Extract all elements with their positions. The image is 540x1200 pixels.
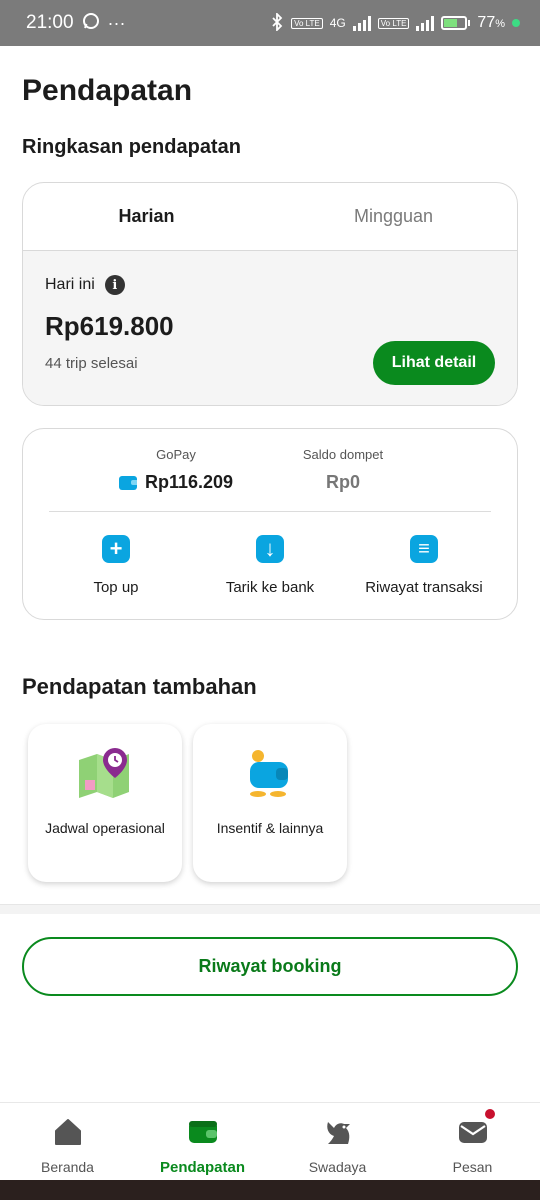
gopay-label: GoPay	[156, 447, 196, 462]
nav-item-pesan[interactable]: Pesan	[405, 1103, 540, 1180]
transaction-history-button[interactable]: ≡ Riwayat transaksi	[349, 535, 499, 596]
nav-item-beranda[interactable]: Beranda	[0, 1103, 135, 1180]
wallet-icon	[135, 1117, 270, 1147]
nav-item-swadaya[interactable]: Swadaya	[270, 1103, 405, 1180]
operational-schedule-label: Jadwal operasional	[45, 820, 165, 836]
summary-section-title: Ringkasan pendapatan	[22, 136, 241, 158]
plus-icon: +	[102, 535, 130, 563]
system-navigation-bar	[0, 1180, 540, 1200]
gopay-balance[interactable]: GoPay Rp116.209	[96, 447, 256, 493]
booking-history-button[interactable]: Riwayat booking	[22, 937, 518, 996]
unread-badge	[485, 1109, 495, 1119]
volte-badge: Vo LTE	[291, 17, 323, 29]
nav-label-pendapatan: Pendapatan	[159, 1159, 246, 1176]
section-separator	[0, 904, 540, 914]
home-icon	[0, 1117, 135, 1147]
nav-item-pendapatan[interactable]: Pendapatan	[135, 1103, 270, 1180]
status-time: 21:00	[26, 12, 74, 33]
nav-label-beranda: Beranda	[41, 1159, 94, 1175]
trips-completed: 44 trip selesai	[45, 355, 138, 372]
bluetooth-icon	[270, 11, 284, 34]
withdraw-to-bank-button[interactable]: ↓ Tarik ke bank	[195, 535, 345, 596]
history-icon: ≡	[410, 535, 438, 563]
gopay-value: Rp116.209	[144, 472, 234, 492]
withdraw-label: Tarik ke bank	[225, 579, 315, 596]
nav-label-pesan: Pesan	[452, 1159, 493, 1175]
page-title: Pendapatan	[22, 74, 193, 107]
saldo-dompet-balance[interactable]: Saldo dompet Rp0	[263, 447, 423, 493]
today-earnings-amount: Rp619.800	[45, 311, 174, 341]
extra-section-title: Pendapatan tambahan	[22, 674, 257, 699]
wallet-coins-icon	[193, 746, 347, 802]
signal-icon-2	[416, 15, 435, 31]
mail-icon	[405, 1117, 540, 1147]
wallet-divider	[49, 511, 491, 512]
top-up-label: Top up	[93, 579, 139, 596]
period-tabs: Harian Mingguan	[23, 183, 517, 251]
top-up-button[interactable]: + Top up	[41, 535, 191, 596]
saldo-value: Rp0	[325, 472, 360, 492]
swadaya-bird-icon	[270, 1117, 405, 1147]
today-label: Hari ini	[45, 276, 95, 293]
status-bar: 21:00 ··· Vo LTE 4G Vo LTE 77%	[0, 0, 540, 46]
whatsapp-icon	[82, 12, 100, 35]
saldo-label: Saldo dompet	[302, 447, 384, 462]
view-detail-button[interactable]: Lihat detail	[373, 341, 495, 385]
summary-card: Harian Mingguan Hari ini i Rp619.800 44 …	[22, 182, 518, 406]
battery-percent: 77	[477, 14, 496, 31]
gopay-wallet-icon	[118, 475, 137, 490]
nav-label-swadaya: Swadaya	[308, 1159, 367, 1175]
bottom-navigation: Beranda Pendapatan Swadaya Pesan	[0, 1102, 540, 1180]
signal-icon	[352, 15, 371, 31]
wallet-card: GoPay Rp116.209 Saldo dompet Rp0 + Top u…	[22, 428, 518, 620]
tab-mingguan[interactable]: Mingguan	[270, 183, 517, 250]
info-icon[interactable]: i	[104, 275, 125, 295]
summary-body: Hari ini i Rp619.800 44 trip selesai Lih…	[23, 251, 517, 405]
network-type: 4G	[329, 16, 346, 30]
privacy-indicator-icon	[512, 19, 520, 27]
map-schedule-icon	[28, 746, 182, 802]
battery-percent-sign: %	[495, 18, 505, 30]
tab-harian[interactable]: Harian	[23, 183, 270, 250]
incentives-label: Insentif & lainnya	[216, 820, 324, 836]
transaction-history-label: Riwayat transaksi	[365, 579, 483, 596]
volte-badge-2: Vo LTE	[377, 17, 410, 29]
operational-schedule-card[interactable]: Jadwal operasional	[28, 724, 182, 882]
download-icon: ↓	[256, 535, 284, 563]
battery-icon	[441, 16, 471, 30]
incentives-card[interactable]: Insentif & lainnya	[193, 724, 347, 882]
more-notifications-icon: ···	[107, 12, 126, 33]
